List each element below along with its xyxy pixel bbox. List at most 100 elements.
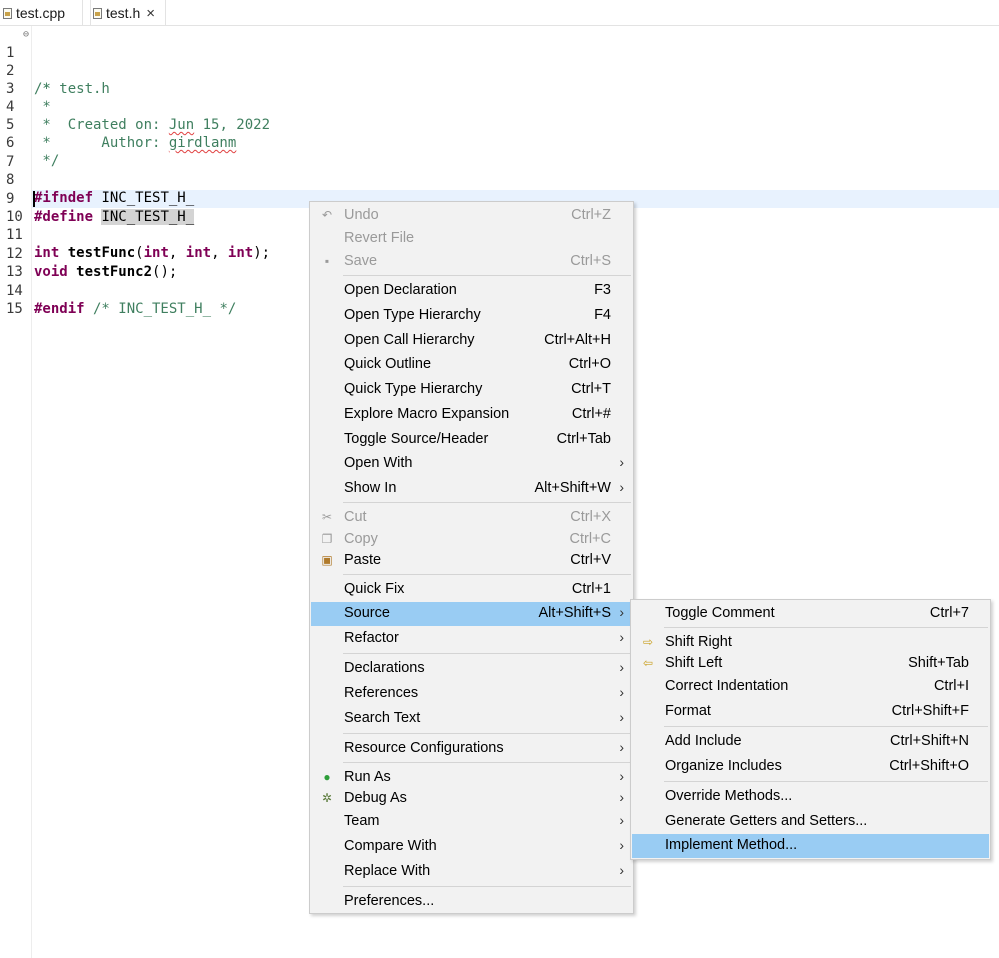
code-text: * test.h: [34, 81, 110, 97]
occurrence-highlight: INC_TEST_H_: [101, 209, 195, 225]
menu-separator: [343, 574, 631, 575]
menu-item-toggle-source-header[interactable]: Toggle Source/Header Ctrl+Tab: [311, 428, 632, 452]
code-line: 1 ⊖ /*: [0, 26, 51, 97]
debug-bug-icon: ✲: [321, 791, 333, 805]
chevron-right-icon: ›: [619, 659, 624, 675]
menu-item-implement-method[interactable]: Implement Method...: [632, 834, 989, 858]
copy-icon: ❐: [321, 532, 333, 546]
fold-icon[interactable]: ⊖: [23, 26, 29, 44]
menu-item-replace-with[interactable]: Replace With ›: [311, 860, 632, 884]
menu-separator: [343, 733, 631, 734]
close-icon[interactable]: ×: [146, 5, 155, 22]
menu-item-quick-outline[interactable]: Quick Outline Ctrl+O: [311, 353, 632, 377]
header-file-icon: [93, 7, 102, 19]
menu-separator: [343, 762, 631, 763]
menu-item-team[interactable]: Team ›: [311, 810, 632, 834]
chevron-right-icon: ›: [619, 812, 624, 828]
menu-item-source[interactable]: Source Alt+Shift+S ›: [311, 602, 632, 626]
code-line: 6 */: [0, 116, 59, 169]
tab-test-h[interactable]: test.h ×: [90, 0, 166, 26]
menu-item-override-methods[interactable]: Override Methods...: [632, 785, 989, 809]
tab-test-cpp[interactable]: test.cpp: [3, 0, 83, 26]
text-caret: [33, 191, 35, 207]
code-line: 8 #ifndef INC_TEST_H_: [0, 153, 194, 206]
menu-item-show-in[interactable]: Show In Alt+Shift+W ›: [311, 477, 632, 501]
menu-item-quick-type-hierarchy[interactable]: Quick Type Hierarchy Ctrl+T: [311, 378, 632, 402]
chevron-right-icon: ›: [619, 862, 624, 878]
code-line-current: 10: [0, 190, 34, 225]
code-text: */: [34, 153, 60, 169]
menu-separator: [343, 653, 631, 654]
menu-item-debug-as[interactable]: ✲ Debug As ›: [311, 787, 632, 811]
menu-item-revert-file[interactable]: Revert File: [311, 227, 632, 251]
menu-item-compare-with[interactable]: Compare With ›: [311, 835, 632, 859]
chevron-right-icon: ›: [619, 789, 624, 805]
code-text: int testFunc(int, int, int);: [34, 245, 271, 261]
code-line: 4 * Created on: Jun 15, 2022: [0, 80, 270, 133]
code-line: 14 #endif /* INC_TEST_H_ */: [0, 264, 236, 317]
menu-item-add-include[interactable]: Add Include Ctrl+Shift+N: [632, 730, 989, 754]
menu-separator: [343, 886, 631, 887]
menu-separator: [343, 275, 631, 276]
undo-icon: ↶: [321, 208, 333, 222]
menu-item-resource-configurations[interactable]: Resource Configurations ›: [311, 737, 632, 761]
menu-item-paste[interactable]: ▣ Paste Ctrl+V: [311, 549, 632, 573]
menu-item-generate-getters-setters[interactable]: Generate Getters and Setters...: [632, 810, 989, 834]
code-line: 13: [0, 245, 34, 280]
shift-right-icon: ⇨: [642, 635, 654, 649]
code-line: 3 *: [0, 62, 51, 115]
chevron-right-icon: ›: [619, 768, 624, 784]
menu-item-explore-macro-expansion[interactable]: Explore Macro Expansion Ctrl+#: [311, 403, 632, 427]
menu-item-references[interactable]: References ›: [311, 682, 632, 706]
shift-left-icon: ⇦: [642, 656, 654, 670]
menu-item-open-declaration[interactable]: Open Declaration F3: [311, 279, 632, 303]
code-text: void testFunc2();: [34, 264, 178, 280]
line-number: 15: [6, 301, 23, 317]
tab-label: test.cpp: [16, 5, 66, 21]
code-line: 5 * Author: girdlanm: [0, 98, 236, 151]
chevron-right-icon: ›: [619, 479, 624, 495]
code-text: #ifndef INC_TEST_H_: [34, 190, 195, 206]
menu-item-organize-includes[interactable]: Organize Includes Ctrl+Shift+O: [632, 755, 989, 779]
menu-item-shift-left[interactable]: ⇦ Shift Left Shift+Tab: [632, 652, 989, 676]
code-text: * Author: girdlanm: [34, 135, 237, 151]
scissors-icon: ✂: [321, 510, 333, 524]
menu-item-open-with[interactable]: Open With ›: [311, 452, 632, 476]
menu-separator: [664, 781, 988, 782]
code-line: 11 int testFunc(int, int, int);: [0, 208, 270, 261]
menu-item-declarations[interactable]: Declarations ›: [311, 657, 632, 681]
editor-context-menu: ↶ Undo Ctrl+Z Revert File ▪ Save Ctrl+S …: [309, 201, 634, 914]
code-line: 2 * test.h: [0, 44, 110, 97]
code-line: 9 #define INC_TEST_H_: [0, 172, 195, 225]
source-submenu: Toggle Comment Ctrl+7 ⇨ Shift Right ⇦ Sh…: [630, 599, 991, 860]
run-icon: ●: [323, 770, 331, 784]
menu-item-save[interactable]: ▪ Save Ctrl+S: [311, 250, 632, 274]
save-icon: ▪: [324, 254, 330, 268]
editor-tab-bar: test.cpp test.h ×: [0, 0, 999, 26]
menu-item-quick-fix[interactable]: Quick Fix Ctrl+1: [311, 578, 632, 602]
chevron-right-icon: ›: [619, 709, 624, 725]
menu-separator: [664, 726, 988, 727]
menu-item-search-text[interactable]: Search Text ›: [311, 707, 632, 731]
menu-item-open-type-hierarchy[interactable]: Open Type Hierarchy F4: [311, 304, 632, 328]
menu-separator: [343, 502, 631, 503]
chevron-right-icon: ›: [619, 837, 624, 853]
menu-item-open-call-hierarchy[interactable]: Open Call Hierarchy Ctrl+Alt+H: [311, 329, 632, 353]
menu-item-format[interactable]: Format Ctrl+Shift+F: [632, 700, 989, 724]
menu-item-correct-indentation[interactable]: Correct Indentation Ctrl+I: [632, 675, 989, 699]
menu-separator: [664, 627, 988, 628]
code-text: #endif /* INC_TEST_H_ */: [34, 301, 237, 317]
menu-item-cut[interactable]: ✂ Cut Ctrl+X: [311, 506, 632, 530]
code-text: #define INC_TEST_H_: [34, 209, 195, 225]
chevron-right-icon: ›: [619, 604, 624, 620]
menu-item-toggle-comment[interactable]: Toggle Comment Ctrl+7: [632, 602, 989, 626]
tab-label: test.h: [106, 5, 141, 21]
code-line: 15: [0, 282, 34, 317]
code-line: 12 void testFunc2();: [0, 227, 177, 280]
chevron-right-icon: ›: [619, 454, 624, 470]
menu-item-undo[interactable]: ↶ Undo Ctrl+Z: [311, 204, 632, 228]
code-text: * Created on: Jun 15, 2022: [34, 117, 271, 133]
menu-item-preferences[interactable]: Preferences...: [311, 890, 632, 914]
menu-item-refactor[interactable]: Refactor ›: [311, 627, 632, 651]
chevron-right-icon: ›: [619, 629, 624, 645]
